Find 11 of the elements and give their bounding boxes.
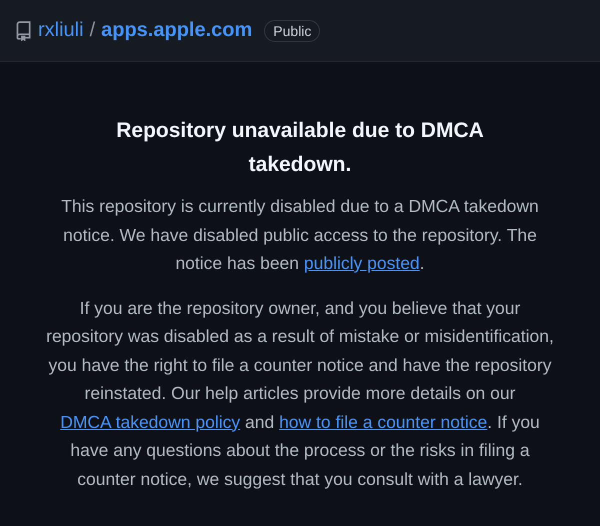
help-link[interactable]: DMCA takedown policy — [60, 412, 240, 432]
visibility-label: Public — [264, 20, 320, 42]
path-separator: / — [90, 19, 96, 42]
help-link[interactable]: publicly posted — [304, 253, 420, 273]
owner-link[interactable]: rxliuli — [38, 19, 84, 42]
notice-paragraph: This repository is currently disabled due to a DMCA takedown notice. We have disabled public access to the repository. The notice has been publicly posted. — [60, 195, 540, 275]
notice-title: Repository unavailable due to DMCA takedown. — [115, 118, 485, 178]
repository-link[interactable]: apps.apple.com — [101, 19, 252, 42]
help-link[interactable]: how to file a counter notice — [279, 412, 488, 432]
repository-icon — [14, 20, 32, 40]
notice-paragraph: If you are the repository owner, and you believe that your repository was disabled as a result of mistake or misidentification, you have the right to file a counter notice and have the repository reinstated. Our help articles provide more details on our DMCA takedown policy and how to file a counter notice. If you have any questions about the process or the risks in filing a counter notice, we suggest that you consult with a lawyer. — [45, 296, 555, 491]
